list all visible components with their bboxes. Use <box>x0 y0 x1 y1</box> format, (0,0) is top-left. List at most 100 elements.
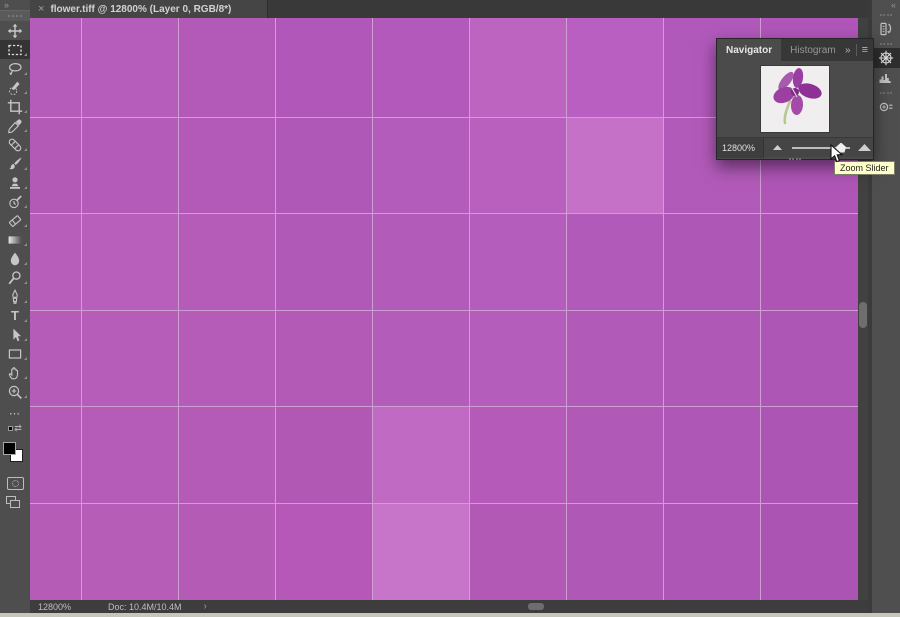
rectangular-marquee-tool[interactable] <box>0 40 30 59</box>
swap-colors-icon[interactable]: ⇄ <box>14 423 22 434</box>
type-tool[interactable]: T <box>0 306 30 325</box>
image-pixel-cell <box>373 118 469 213</box>
image-pixel-cell <box>179 407 275 503</box>
type-tool-icon: T <box>11 308 19 323</box>
clone-stamp-tool-icon <box>7 175 23 191</box>
spot-healing-brush-tool-icon <box>7 137 23 153</box>
status-flyout-chevron-icon[interactable]: › <box>204 601 207 612</box>
tab-bar: × flower.tiff @ 12800% (Layer 0, RGB/8*) <box>30 0 868 18</box>
image-pixel-cell <box>761 214 858 310</box>
dodge-tool-icon <box>7 270 23 286</box>
window-bottom-edge <box>0 613 900 617</box>
tab-navigator[interactable]: Navigator <box>717 39 781 61</box>
zoom-in-icon[interactable] <box>858 144 871 151</box>
tab-histogram[interactable]: Histogram <box>781 39 845 61</box>
tab-close-icon[interactable]: × <box>38 0 44 18</box>
dodge-tool[interactable] <box>0 268 30 287</box>
horizontal-scrollbar-thumb[interactable] <box>528 603 544 610</box>
image-pixel-cell <box>82 504 178 600</box>
status-bar: 12800% Doc: 10.4M/10.4M › <box>30 600 868 613</box>
image-pixel-cell <box>761 311 858 406</box>
flower-thumbnail-image <box>761 66 827 130</box>
image-pixel-cell <box>567 407 663 503</box>
dock-collapse-chevron-icon[interactable]: « <box>872 0 900 10</box>
history-panel-icon <box>878 21 894 37</box>
image-pixel-cell <box>179 504 275 600</box>
color-swatches[interactable] <box>0 439 30 469</box>
vertical-scrollbar-thumb[interactable] <box>859 302 867 328</box>
image-pixel-cell <box>567 504 663 600</box>
screen-mode-button[interactable] <box>0 493 30 513</box>
quick-mask-icon <box>7 477 24 490</box>
navigator-panel-button[interactable] <box>872 48 900 68</box>
move-tool[interactable] <box>0 21 30 40</box>
image-pixel-cell <box>373 407 469 503</box>
image-pixel-cell <box>30 407 81 503</box>
default-swap-colors[interactable]: ⇄ <box>0 421 30 435</box>
foreground-color-swatch[interactable] <box>3 442 16 455</box>
image-pixel-cell <box>179 311 275 406</box>
eyedropper-tool-icon <box>7 118 23 134</box>
image-pixel-cell <box>82 118 178 213</box>
brush-tool[interactable] <box>0 154 30 173</box>
histogram-panel-icon <box>878 70 894 86</box>
blur-tool[interactable] <box>0 249 30 268</box>
zoom-tool[interactable] <box>0 382 30 401</box>
crop-tool[interactable] <box>0 97 30 116</box>
history-panel-button[interactable] <box>872 19 900 39</box>
image-pixel-cell <box>276 118 372 213</box>
eraser-tool[interactable] <box>0 211 30 230</box>
toolbar-expand-chevron-icon[interactable]: » <box>0 0 30 10</box>
info-panel-icon <box>878 99 894 115</box>
quick-mask-button[interactable] <box>0 473 30 493</box>
status-zoom-level[interactable]: 12800% <box>38 602 90 612</box>
navigator-zoom-input[interactable]: 12800% <box>717 138 764 158</box>
pen-tool[interactable] <box>0 287 30 306</box>
eyedropper-tool[interactable] <box>0 116 30 135</box>
navigator-footer: 12800% <box>717 137 873 157</box>
image-pixel-cell <box>470 118 566 213</box>
navigator-preview-area <box>717 61 873 137</box>
gradient-tool[interactable] <box>0 230 30 249</box>
image-pixel-cell <box>179 18 275 117</box>
document-tab[interactable]: × flower.tiff @ 12800% (Layer 0, RGB/8*) <box>30 0 268 18</box>
image-pixel-cell <box>179 214 275 310</box>
histogram-panel-button[interactable] <box>872 68 900 88</box>
document-tab-title: flower.tiff @ 12800% (Layer 0, RGB/8*) <box>50 4 231 15</box>
image-pixel-cell <box>30 311 81 406</box>
quick-selection-tool[interactable] <box>0 78 30 97</box>
image-pixel-cell <box>567 18 663 117</box>
rectangle-tool[interactable] <box>0 344 30 363</box>
lasso-tool[interactable] <box>0 59 30 78</box>
image-pixel-cell <box>664 214 760 310</box>
default-colors-icon[interactable] <box>8 426 13 431</box>
image-pixel-cell <box>30 214 81 310</box>
image-pixel-cell <box>179 118 275 213</box>
image-pixel-cell <box>470 214 566 310</box>
path-selection-tool[interactable] <box>0 325 30 344</box>
image-pixel-cell <box>664 311 760 406</box>
image-pixel-cell <box>276 311 372 406</box>
navigator-panel: Navigator Histogram » ≡ 12800% <box>716 38 874 160</box>
navigator-thumbnail[interactable] <box>761 66 829 132</box>
spot-healing-brush-tool[interactable] <box>0 135 30 154</box>
info-panel-button[interactable] <box>872 97 900 117</box>
history-brush-tool[interactable] <box>0 192 30 211</box>
clone-stamp-tool[interactable] <box>0 173 30 192</box>
image-pixel-cell <box>373 18 469 117</box>
tools-panel: » T <box>0 0 30 613</box>
panel-collapse-chevron-icon[interactable]: » <box>845 45 851 56</box>
path-selection-tool-icon <box>7 327 23 343</box>
image-pixel-cell <box>276 504 372 600</box>
crop-tool-icon <box>7 99 23 115</box>
image-pixel-cell <box>276 407 372 503</box>
zoom-out-icon[interactable] <box>773 145 782 150</box>
image-pixel-cell <box>761 504 858 600</box>
rectangle-tool-icon <box>7 346 23 362</box>
edit-toolbar-button[interactable]: ⋯ <box>0 405 30 421</box>
toolbar-grip[interactable] <box>0 10 30 21</box>
hand-tool[interactable] <box>0 363 30 382</box>
panel-menu-icon[interactable]: ≡ <box>862 44 868 56</box>
image-pixel-cell <box>470 504 566 600</box>
dock-grip[interactable] <box>872 10 900 19</box>
